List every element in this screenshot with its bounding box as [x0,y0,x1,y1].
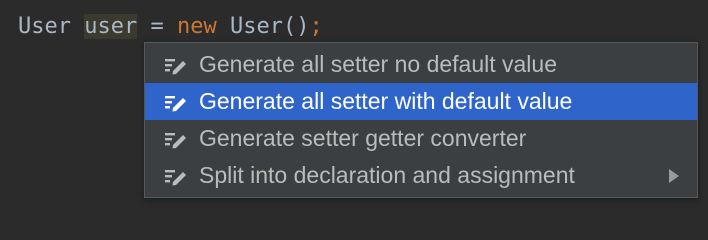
menu-item-label: Generate setter getter converter [199,125,527,151]
menu-item-label: Generate all setter no default value [199,51,558,77]
menu-item-generate-setter-getter-converter[interactable]: Generate setter getter converter [145,120,697,157]
intention-actions-popup: Generate all setter no default value Gen… [144,42,698,198]
menu-item-generate-setter-with-default[interactable]: Generate all setter with default value [145,83,697,120]
menu-item-label: Split into declaration and assignment [199,162,575,188]
code-constructor-call: User() [229,14,310,39]
intention-edit-icon [165,169,186,185]
submenu-arrow-icon[interactable] [669,168,679,183]
code-line[interactable]: User user = new User(); [18,9,323,45]
menu-item-label: Generate all setter with default value [199,88,573,114]
menu-item-generate-setter-no-default[interactable]: Generate all setter no default value [145,46,697,83]
code-semicolon: ; [309,14,323,39]
code-keyword-new: new [176,14,217,39]
intention-edit-icon [165,132,186,148]
code-variable-highlighted[interactable]: user [84,14,138,39]
intention-edit-icon [165,95,186,111]
code-type-name: User [18,14,71,39]
menu-item-split-declaration-assignment[interactable]: Split into declaration and assignment [145,157,697,194]
code-assign-operator: = [137,14,177,39]
intention-edit-icon [165,58,186,74]
